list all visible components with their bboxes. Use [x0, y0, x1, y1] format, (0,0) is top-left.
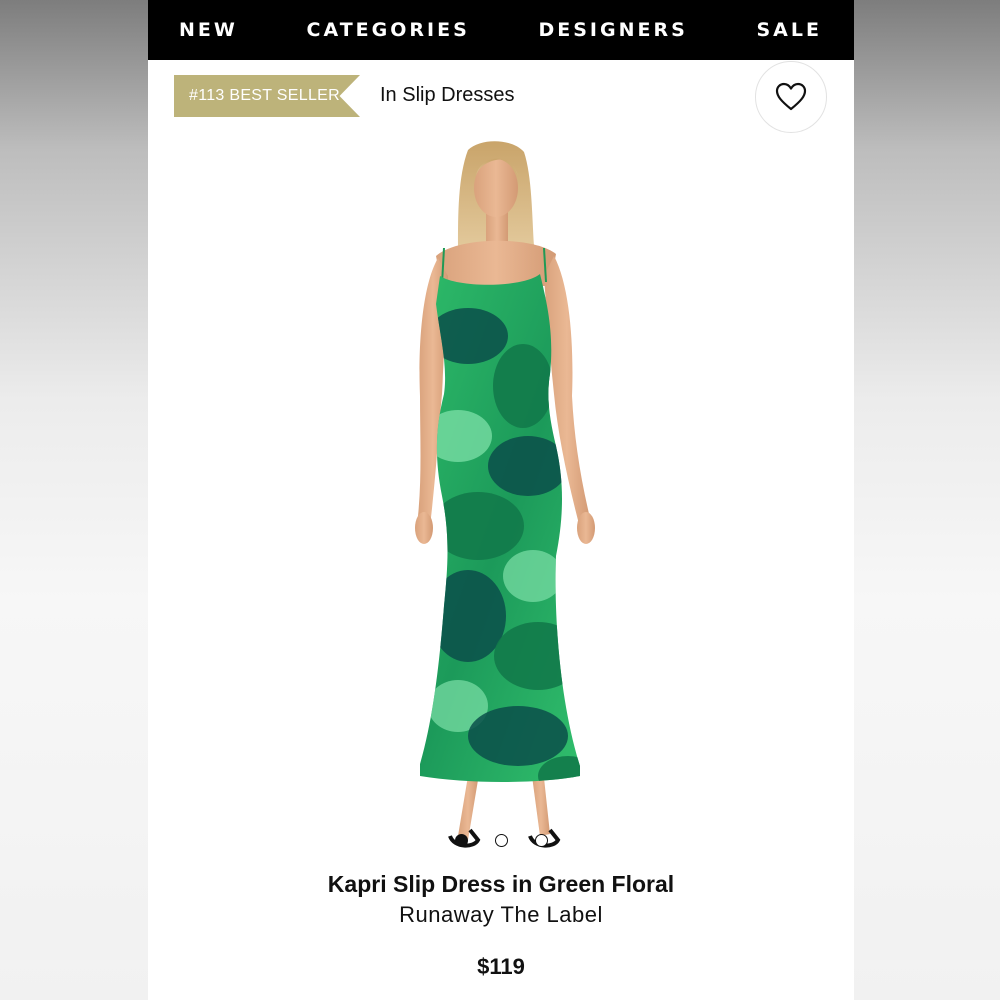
top-navigation-bar: NEW CATEGORIES DESIGNERS SALE	[148, 0, 854, 60]
product-image[interactable]	[318, 136, 684, 856]
carousel-dot-1[interactable]	[454, 834, 468, 847]
product-page: NEW CATEGORIES DESIGNERS SALE #113 BEST …	[148, 0, 854, 1000]
nav-item-designers[interactable]: DESIGNERS	[538, 19, 687, 41]
heart-icon	[775, 82, 807, 111]
carousel-dot-3[interactable]	[534, 834, 548, 847]
right-blurred-background	[854, 0, 1000, 1000]
carousel-dot-2[interactable]	[494, 834, 508, 847]
product-title: Kapri Slip Dress in Green Floral	[327, 871, 675, 897]
nav-item-new[interactable]: NEW	[179, 19, 238, 41]
nav-item-sale[interactable]: SALE	[756, 19, 821, 41]
nav-item-categories[interactable]: CATEGORIES	[307, 19, 470, 41]
best-seller-badge: #113 BEST SELLER	[174, 75, 360, 117]
image-carousel-dots	[148, 834, 854, 847]
left-blurred-background	[0, 0, 148, 1000]
product-price: $119	[477, 954, 525, 979]
best-seller-label: #113 BEST SELLER	[189, 87, 340, 104]
favorite-button[interactable]	[755, 61, 827, 133]
best-seller-category[interactable]: In Slip Dresses	[380, 84, 515, 107]
product-brand[interactable]: Runaway The Label	[148, 902, 854, 928]
